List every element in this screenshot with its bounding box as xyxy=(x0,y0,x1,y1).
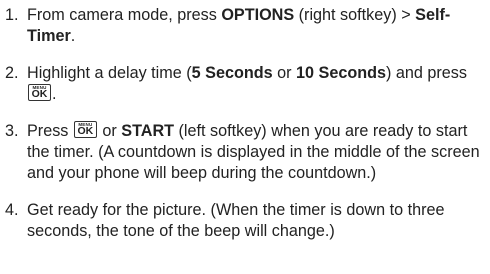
step-text: Press MENU OK or START (left softkey) whe… xyxy=(27,121,480,182)
menu-ok-key-icon: MENU OK xyxy=(28,84,51,101)
instruction-steps: 1. From camera mode, press OPTIONS (righ… xyxy=(0,0,490,242)
five-seconds-label: 5 Seconds xyxy=(191,64,273,82)
step-text: From camera mode, press OPTIONS (right s… xyxy=(27,6,451,45)
step-3: 3. Press MENU OK or START (left softkey) … xyxy=(0,121,490,184)
menu-ok-key-icon: MENU OK xyxy=(73,121,97,138)
ten-seconds-label: 10 Seconds xyxy=(296,64,387,82)
step-number: 3. xyxy=(5,122,19,140)
step-1: 1. From camera mode, press OPTIONS (righ… xyxy=(0,5,490,47)
start-softkey-label: START xyxy=(121,122,175,140)
step-number: 2. xyxy=(5,64,19,82)
step-number: 1. xyxy=(5,6,19,24)
step-text: Highlight a delay time (5 Seconds or 10 … xyxy=(27,64,467,103)
step-text: Get ready for the picture. (When the tim… xyxy=(27,201,445,240)
step-2: 2. Highlight a delay time (5 Seconds or … xyxy=(0,63,490,105)
step-number: 4. xyxy=(5,201,19,219)
step-4: 4. Get ready for the picture. (When the … xyxy=(0,200,490,242)
options-softkey-label: OPTIONS xyxy=(221,6,295,24)
